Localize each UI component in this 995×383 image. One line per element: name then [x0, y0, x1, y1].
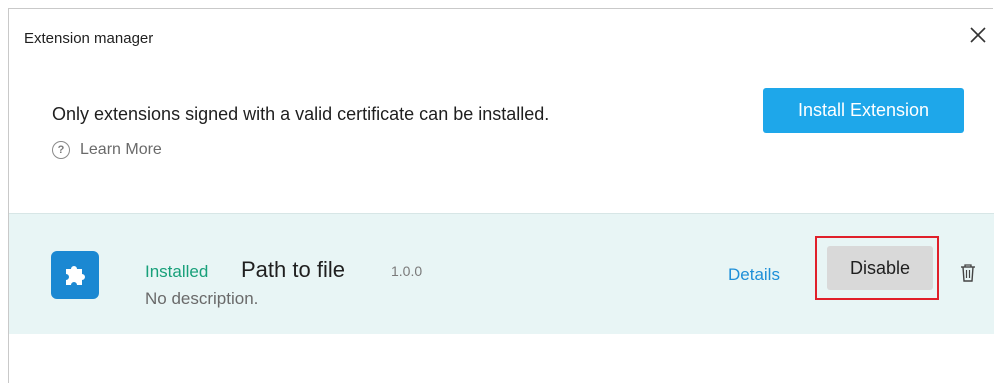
- extension-name: Path to file: [241, 257, 345, 282]
- extension-manager-dialog: Extension manager Only extensions signed…: [8, 8, 994, 383]
- extension-row: Installed Path to file 1.0.0 No descript…: [9, 214, 994, 334]
- extension-status: Installed: [145, 262, 209, 281]
- disable-button[interactable]: Disable: [827, 246, 933, 290]
- question-circle-icon: ?: [52, 141, 70, 159]
- extension-description: No description.: [145, 289, 259, 308]
- certificate-notice: Only extensions signed with a valid cert…: [52, 104, 550, 124]
- puzzle-piece-icon: [51, 251, 99, 299]
- dialog-title: Extension manager: [24, 30, 154, 47]
- learn-more-label: Learn More: [80, 141, 162, 158]
- close-icon[interactable]: [967, 24, 989, 46]
- learn-more-link[interactable]: ? Learn More: [52, 139, 162, 161]
- trash-icon[interactable]: [959, 263, 977, 283]
- install-extension-button[interactable]: Install Extension: [763, 88, 964, 133]
- details-link[interactable]: Details: [728, 265, 780, 285]
- extension-version: 1.0.0: [391, 263, 423, 279]
